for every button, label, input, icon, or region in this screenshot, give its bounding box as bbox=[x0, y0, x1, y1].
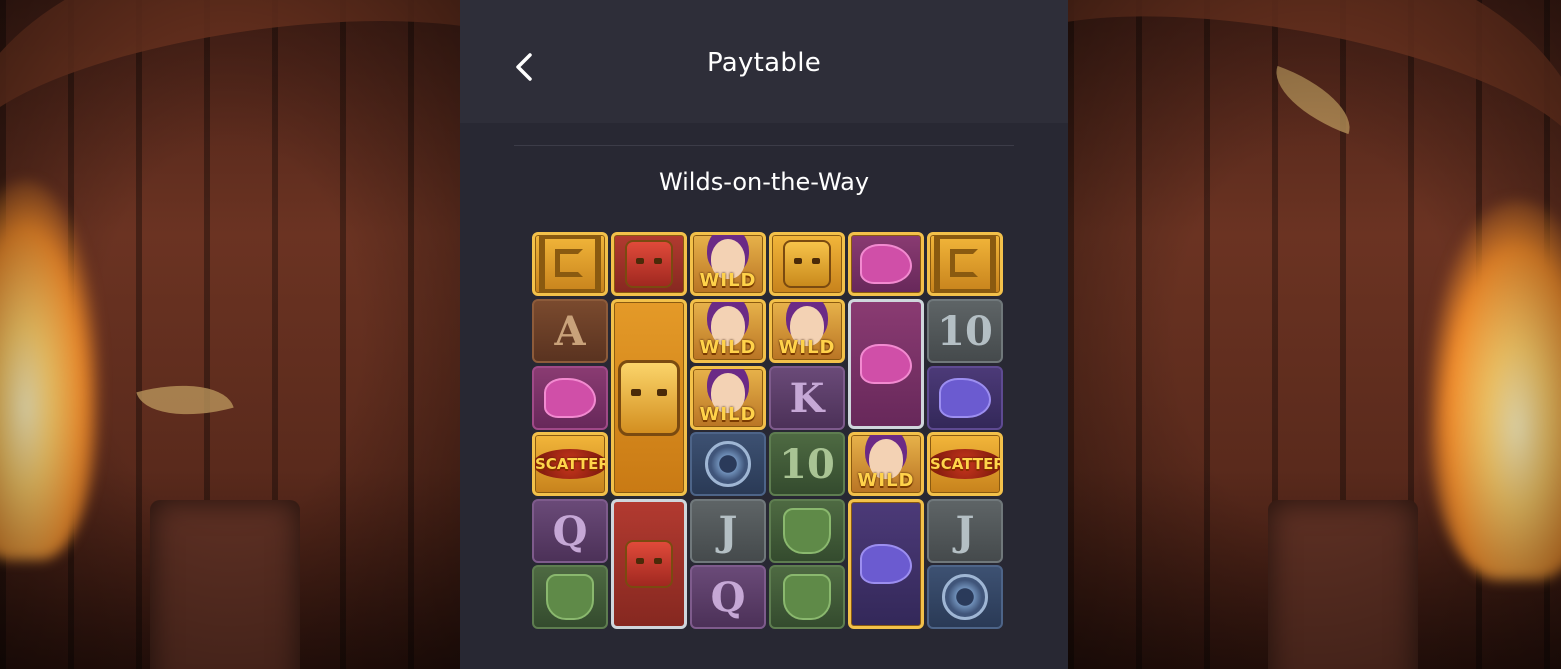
letter-j-symbol: J bbox=[690, 499, 766, 563]
vignette bbox=[0, 0, 460, 669]
letter-a-symbol: A bbox=[532, 299, 608, 363]
bird-icon bbox=[860, 244, 912, 284]
wild-symbol: WILD bbox=[690, 232, 766, 296]
mask-icon bbox=[618, 359, 680, 436]
letter-q-symbol: Q bbox=[690, 565, 766, 629]
symbol-letter: A bbox=[554, 307, 586, 355]
scatter-label: SCATTER bbox=[535, 449, 605, 479]
wild-label: WILD bbox=[699, 337, 757, 358]
symbol-letter: Q bbox=[710, 573, 746, 621]
letter-q-symbol: Q bbox=[532, 499, 608, 563]
symbol-letter: K bbox=[789, 374, 825, 422]
letter-j-symbol: J bbox=[927, 499, 1003, 563]
wild-symbol: WILD bbox=[690, 366, 766, 430]
green-shield-symbol bbox=[769, 499, 845, 563]
letter-10-symbol: 10 bbox=[769, 432, 845, 496]
paytable-header: Paytable bbox=[460, 0, 1068, 123]
background-scene-left bbox=[0, 0, 460, 669]
wild-symbol: WILD bbox=[848, 432, 924, 496]
shield-icon bbox=[783, 508, 831, 554]
bird-icon bbox=[860, 544, 912, 584]
letter-k-symbol: K bbox=[769, 366, 845, 430]
mask-icon bbox=[783, 240, 831, 288]
wild-symbol: WILD bbox=[769, 299, 845, 363]
scatter-label: SCATTER bbox=[930, 449, 1000, 479]
mask-icon bbox=[625, 240, 673, 288]
gem-icon bbox=[705, 441, 751, 487]
shield-icon bbox=[783, 574, 831, 620]
red-mask-symbol bbox=[611, 232, 687, 296]
blue-gem-symbol bbox=[927, 565, 1003, 629]
spiral-gold-symbol bbox=[532, 232, 608, 296]
symbol-letter: J bbox=[955, 507, 975, 555]
scatter-symbol: SCATTER bbox=[927, 432, 1003, 496]
wild-symbol: WILD bbox=[690, 299, 766, 363]
wild-label: WILD bbox=[699, 404, 757, 425]
background-scene-right bbox=[1068, 0, 1561, 669]
symbol-letter: 10 bbox=[937, 307, 993, 355]
spiral-gold-symbol bbox=[927, 232, 1003, 296]
divider bbox=[514, 145, 1014, 146]
section-title: Wilds-on-the-Way bbox=[658, 168, 870, 196]
green-shield-symbol bbox=[532, 565, 608, 629]
tall-blue-bird-symbol bbox=[848, 499, 924, 629]
spiral-icon bbox=[934, 235, 996, 293]
bird-icon bbox=[939, 378, 991, 418]
gem-icon bbox=[942, 574, 988, 620]
mask-icon bbox=[625, 540, 673, 588]
spiral-icon bbox=[539, 235, 601, 293]
bird-icon bbox=[860, 344, 912, 384]
blue-bird-symbol bbox=[927, 366, 1003, 430]
bird-icon bbox=[544, 378, 596, 418]
symbol-letter: 10 bbox=[779, 440, 835, 488]
tall-gold-mask-symbol bbox=[611, 299, 687, 496]
reel-grid-illustration: WILD A WILD WILD 10 WILD K SCATTER 10 WI… bbox=[532, 232, 1004, 630]
pink-bird-symbol bbox=[848, 232, 924, 296]
gold-mask-symbol bbox=[769, 232, 845, 296]
shield-icon bbox=[546, 574, 594, 620]
vignette bbox=[1068, 0, 1561, 669]
page-title: Paytable bbox=[706, 48, 822, 78]
wild-label: WILD bbox=[857, 470, 915, 491]
symbol-letter: Q bbox=[552, 507, 588, 555]
pink-bird-symbol bbox=[532, 366, 608, 430]
blue-gem-symbol bbox=[690, 432, 766, 496]
letter-10-symbol: 10 bbox=[927, 299, 1003, 363]
symbol-letter: J bbox=[718, 507, 738, 555]
wild-label: WILD bbox=[699, 270, 757, 291]
tall-red-mask-symbol bbox=[611, 499, 687, 629]
wild-label: WILD bbox=[778, 337, 836, 358]
scatter-symbol: SCATTER bbox=[532, 432, 608, 496]
green-shield-symbol bbox=[769, 565, 845, 629]
tall-pink-bird-symbol bbox=[848, 299, 924, 429]
